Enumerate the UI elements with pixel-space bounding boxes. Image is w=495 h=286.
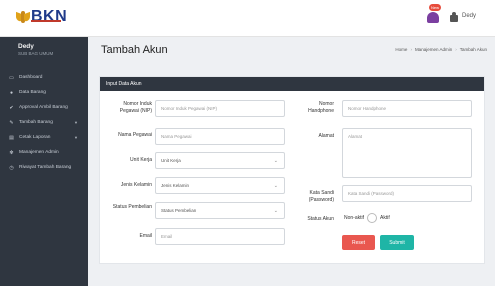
page-title: Tambah Akun (101, 44, 168, 56)
sidebar-item-manajemen-admin[interactable]: ✻ Manajemen Admin (0, 145, 88, 160)
header-user-name[interactable]: Dedy (462, 13, 476, 19)
nip-label: Nomor Induk Pegawai (NIP) (119, 101, 152, 114)
handphone-label: Nomor Handphone (308, 101, 334, 114)
logo-underline (31, 20, 61, 22)
caret-down-icon: ▼ (74, 135, 78, 140)
status-pembelian-select-value: Status Pembelian (161, 208, 197, 213)
status-pembelian-label: Status Pembelian (112, 204, 152, 210)
breadcrumb-manajemen-admin[interactable]: Manajemen Admin (415, 47, 452, 52)
chevron-down-icon: ⌄ (273, 208, 278, 214)
unit-select[interactable]: Unit Kerja ⌄ (155, 152, 285, 169)
sidebar-item-label: Manajemen Admin (19, 150, 59, 155)
dot-icon: ● (9, 89, 14, 96)
logo-text: BKN (31, 8, 68, 25)
jenis-kelamin-select-value: Jenis Kelamin (161, 183, 190, 188)
sidebar-item-label: Approval Ambil Barang (19, 105, 68, 110)
radio-nonaktif-label[interactable]: Non-aktif (344, 215, 364, 221)
sidebar-item-tambah-barang[interactable]: ✎ Tambah Barang ▼ (0, 115, 88, 130)
content-footer (88, 264, 495, 286)
radio-nonaktif[interactable] (367, 213, 378, 223)
jenis-kelamin-select[interactable]: Jenis Kelamin ⌄ (155, 177, 285, 194)
sidebar-item-approval[interactable]: ✔ Approval Ambil Barang (0, 100, 88, 115)
handphone-input[interactable]: Nomor Handphone (342, 100, 472, 117)
unit-label: Unit Kerja (130, 157, 152, 163)
breadcrumb-home[interactable]: Home (395, 47, 407, 52)
sidebar-item-label: Tambah Barang (19, 120, 53, 125)
email-label: Email (139, 233, 152, 239)
sidebar-item-label: Dashboard (19, 75, 43, 80)
status-akun-radio-group: Non-aktif Aktif (344, 213, 390, 223)
monitor-icon: ▭ (9, 74, 14, 81)
sidebar-item-label: Cetak Laporan (19, 135, 51, 140)
password-input[interactable]: Kata Sandi (Password) (342, 185, 472, 202)
alamat-textarea[interactable]: Alamat (342, 128, 472, 178)
status-pembelian-select[interactable]: Status Pembelian ⌄ (155, 202, 285, 219)
garuda-emblem-icon (16, 10, 30, 24)
submit-button[interactable]: Submit (380, 235, 414, 250)
check-icon: ✔ (9, 104, 14, 111)
breadcrumb-separator: › (455, 47, 457, 52)
user-icon[interactable] (450, 12, 458, 22)
status-akun-label: Status Akun (307, 216, 334, 222)
notification-button[interactable]: New (426, 4, 442, 24)
sidebar-user-role: SUB BAG UMUM (18, 51, 54, 56)
nip-input[interactable]: Nomor Induk Pegawai (NIP) (155, 100, 285, 117)
nama-label: Nama Pegawai (118, 132, 152, 138)
email-input[interactable]: Email (155, 228, 285, 245)
sidebar-item-label: Riwayat Tambah Barang (19, 165, 72, 170)
gear-icon: ✻ (9, 149, 14, 156)
jenis-kelamin-label: Jenis Kelamin (120, 182, 152, 188)
radio-aktif-label[interactable]: Aktif (380, 215, 390, 221)
reset-button[interactable]: Reset (342, 235, 375, 250)
sidebar-item-cetak-laporan[interactable]: ▤ Cetak Laporan ▼ (0, 130, 88, 145)
nama-input[interactable]: Nama Pegawai (155, 128, 285, 145)
bkn-logo[interactable]: BKN (16, 6, 68, 28)
sidebar-menu: ▭ Dashboard ● Data Barang ✔ Approval Amb… (0, 70, 88, 175)
printer-icon: ▤ (9, 134, 14, 141)
chevron-down-icon: ⌄ (273, 183, 278, 189)
breadcrumb-current: Tambah Akun (459, 47, 487, 52)
sidebar-user-name: Dedy (18, 43, 34, 50)
sidebar: Dedy SUB BAG UMUM ▭ Dashboard ● Data Bar… (0, 37, 88, 286)
unit-select-value: Unit Kerja (161, 158, 181, 163)
bell-icon (427, 12, 439, 23)
sidebar-item-dashboard[interactable]: ▭ Dashboard (0, 70, 88, 85)
sidebar-item-label: Data Barang (19, 90, 46, 95)
notification-badge: New (429, 4, 442, 11)
sidebar-user-panel: Dedy SUB BAG UMUM (0, 37, 88, 65)
history-icon: ◷ (9, 164, 14, 171)
chevron-down-icon: ⌄ (273, 158, 278, 164)
password-label: Kata Sandi (Password) (308, 190, 334, 203)
alamat-label: Alamat (318, 133, 334, 139)
pencil-icon: ✎ (9, 119, 14, 126)
top-navbar: BKN New Dedy (0, 0, 495, 37)
breadcrumb-separator: › (410, 47, 412, 52)
panel-title: Input Data Akun (100, 77, 484, 91)
breadcrumb: Home › Manajemen Admin › Tambah Akun (395, 47, 487, 52)
sidebar-item-data-barang[interactable]: ● Data Barang (0, 85, 88, 100)
caret-down-icon: ▼ (74, 120, 78, 125)
sidebar-item-riwayat[interactable]: ◷ Riwayat Tambah Barang (0, 160, 88, 175)
